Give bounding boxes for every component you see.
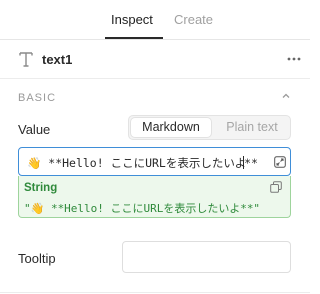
plain-text-mode-button[interactable]: Plain text	[215, 118, 289, 137]
tab-inspect[interactable]: Inspect	[111, 12, 153, 27]
component-header: text1	[0, 40, 310, 79]
evaluated-value-preview: String "👋 **Hello! ここにURLを表示したいよ**"	[18, 176, 291, 218]
value-code-text: 👋 **Hello! ここにURLを表示したいよ**	[27, 155, 258, 171]
expand-icon[interactable]	[274, 156, 286, 168]
value-code-input[interactable]: 👋 **Hello! ここにURLを表示したいよ**	[18, 147, 291, 176]
more-horizontal-icon[interactable]	[284, 50, 304, 68]
section-title-basic[interactable]: BASIC	[18, 92, 56, 104]
chevron-up-icon[interactable]	[280, 90, 292, 102]
value-text-before-cursor: **Hello! ここにURLを表示したいよ	[48, 156, 247, 170]
active-tab-indicator	[105, 37, 163, 39]
tab-create[interactable]: Create	[174, 12, 213, 27]
component-name: text1	[42, 52, 73, 67]
value-label: Value	[18, 122, 51, 137]
copy-icon[interactable]	[270, 181, 282, 193]
tooltip-label: Tooltip	[18, 251, 56, 266]
waving-hand-emoji: 👋	[27, 156, 42, 170]
value-mode-toggle: Markdown Plain text	[128, 115, 291, 140]
text-type-icon	[19, 52, 33, 67]
preview-value: "👋 **Hello! ここにURLを表示したいよ**"	[24, 202, 261, 215]
divider	[0, 292, 310, 293]
value-text-after-cursor: **	[244, 156, 258, 170]
preview-type-label: String	[24, 182, 58, 194]
tooltip-input[interactable]	[122, 241, 291, 273]
markdown-mode-button[interactable]: Markdown	[131, 118, 211, 137]
inspector-tabs: Inspect Create	[0, 0, 310, 40]
